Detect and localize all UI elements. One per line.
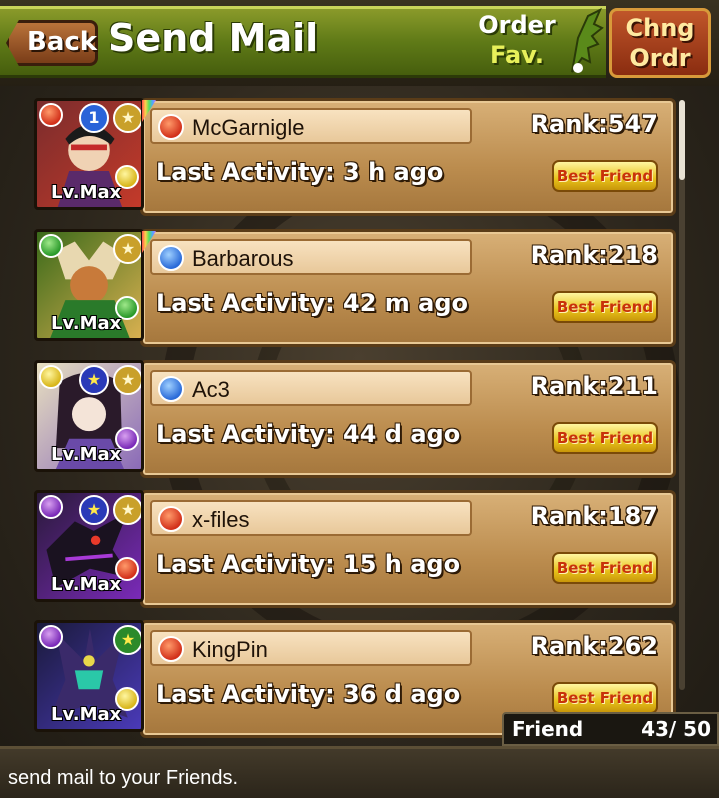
order-label: Order (478, 11, 556, 39)
friend-count-value: 43/ 50 (641, 717, 711, 741)
best-friend-badge: Best Friend (552, 291, 658, 323)
last-activity: Last Activity: 15 h ago (156, 550, 461, 578)
friend-name: McGarnigle (192, 115, 305, 140)
best-friend-badge: Best Friend (552, 160, 658, 192)
avatar: ★ Lv.Max (34, 620, 144, 732)
header: Back Send Mail Order Fav. Chng Ordr (0, 0, 719, 86)
light-element-icon (39, 365, 63, 389)
friend-rank: Rank:187 (530, 502, 658, 530)
star-icon: ★ (113, 365, 141, 395)
water-orb-icon (158, 245, 184, 271)
chng-label: Chng (625, 14, 695, 42)
friend-rank: Rank:547 (530, 110, 658, 138)
friend-row[interactable]: ★ ★ Lv.Max x-files Rank:187 Last Activit… (30, 488, 676, 610)
level-label: Lv.Max (51, 182, 122, 203)
help-text: send mail to your Friends. (8, 767, 239, 789)
scroll-thumb[interactable] (679, 100, 685, 180)
name-box: x-files (150, 500, 472, 536)
slot-number-badge: 1 (79, 103, 109, 133)
water-orb-icon (158, 376, 184, 402)
dark-element-icon (39, 625, 63, 649)
name-box: Barbarous (150, 239, 472, 275)
star-icon: ★ (113, 103, 141, 133)
last-activity: Last Activity: 42 m ago (156, 289, 469, 317)
level-label: Lv.Max (51, 444, 122, 465)
avatar: ★ ★ Lv.Max (34, 360, 144, 472)
best-friend-badge: Best Friend (552, 682, 658, 714)
friend-count-label: Friend (512, 717, 584, 741)
best-friend-badge: Best Friend (552, 552, 658, 584)
footer: send mail to your Friends. (0, 746, 719, 798)
avatar: ★ Lv.Max (34, 229, 144, 341)
fire-element-icon (39, 103, 63, 127)
level-label: Lv.Max (51, 313, 122, 334)
friend-name: Barbarous (192, 246, 294, 271)
name-box: Ac3 (150, 370, 472, 406)
friend-name: Ac3 (192, 377, 230, 402)
friend-list[interactable]: 1 ★ Lv.Max McGarnigle Rank:547 Last Acti… (0, 92, 690, 738)
friend-rank: Rank:218 (530, 241, 658, 269)
dragon-wing-icon (571, 8, 604, 73)
fire-orb-icon (158, 114, 184, 140)
last-activity: Last Activity: 44 d ago (156, 420, 461, 448)
star-icon: ★ (79, 365, 109, 395)
wood-element-icon (39, 234, 63, 258)
fire-orb-icon (158, 636, 184, 662)
level-label: Lv.Max (51, 704, 122, 725)
order-fav-toggle[interactable]: Order Fav. (462, 10, 572, 70)
friend-count: Friend 43/ 50 (502, 712, 719, 746)
name-box: McGarnigle (150, 108, 472, 144)
best-friend-badge: Best Friend (552, 422, 658, 454)
avatar: 1 ★ Lv.Max (34, 98, 144, 210)
page-title: Send Mail (108, 16, 319, 60)
star-icon: ★ (113, 495, 141, 525)
last-activity: Last Activity: 36 d ago (156, 680, 461, 708)
friend-name: KingPin (192, 637, 268, 662)
order-mode-label: Fav. (490, 41, 544, 69)
change-order-button[interactable]: Chng Ordr (609, 8, 711, 78)
avatar: ★ ★ Lv.Max (34, 490, 144, 602)
last-activity: Last Activity: 3 h ago (156, 158, 444, 186)
star-icon: ★ (113, 625, 141, 655)
star-icon: ★ (79, 495, 109, 525)
fire-orb-icon (158, 506, 184, 532)
friend-rank: Rank:211 (530, 372, 658, 400)
level-label: Lv.Max (51, 574, 122, 595)
friend-rank: Rank:262 (530, 632, 658, 660)
ordr-label: Ordr (629, 44, 691, 72)
friend-name: x-files (192, 507, 250, 532)
star-icon: ★ (113, 234, 141, 264)
friend-row[interactable]: ★ Lv.Max Barbarous Rank:218 Last Activit… (30, 227, 676, 349)
friend-row[interactable]: ★ ★ Lv.Max Ac3 Rank:211 Last Activity: 4… (30, 358, 676, 480)
scrollbar[interactable] (679, 100, 685, 690)
dark-element-icon (39, 495, 63, 519)
back-button[interactable]: Back (6, 20, 98, 66)
friend-row[interactable]: 1 ★ Lv.Max McGarnigle Rank:547 Last Acti… (30, 96, 676, 218)
name-box: KingPin (150, 630, 472, 666)
